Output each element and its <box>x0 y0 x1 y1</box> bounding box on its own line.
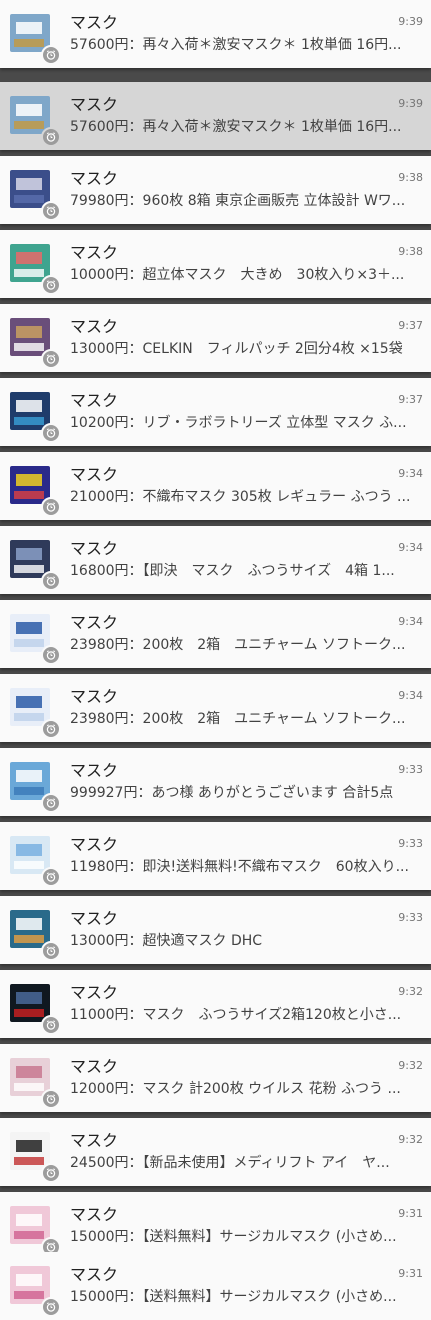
notification-app-name: マスク <box>70 95 119 114</box>
notification-app-name: マスク <box>70 1131 119 1150</box>
notification-time: 9:33 <box>398 837 423 850</box>
notification-time: 9:38 <box>398 171 423 184</box>
notification-text: 13000円：超快適マスク DHC <box>70 933 263 949</box>
notification-app-name: マスク <box>70 465 119 484</box>
alarm-clock-icon <box>41 719 61 739</box>
notification-app-name: マスク <box>70 169 119 188</box>
notification-card[interactable]: マスク 9:33 999927円：あつ様 ありがとうございます 合計5点 <box>0 748 431 816</box>
alarm-clock-icon <box>41 867 61 887</box>
notification-text: 23980円：200枚 2箱 ユニチャーム ソフトーク... <box>70 711 406 727</box>
notification-app-name: マスク <box>70 1057 119 1076</box>
notification-text: 79980円：960枚 8箱 東京企画販売 立体設計 Wワ... <box>70 193 406 209</box>
alarm-clock-icon <box>41 1163 61 1183</box>
notification-app-name: マスク <box>70 983 119 1002</box>
notification-app-name: マスク <box>70 613 119 632</box>
alarm-clock-icon <box>41 571 61 591</box>
notification-app-name: マスク <box>70 909 119 928</box>
notification-time: 9:32 <box>398 985 423 998</box>
notification-text: 57600円：再々入荷＊激安マスク＊ 1枚単価 16円... <box>70 119 402 135</box>
notification-text: 999927円：あつ様 ありがとうございます 合計5点 <box>70 785 394 801</box>
alarm-clock-icon <box>41 45 61 65</box>
notification-time: 9:34 <box>398 689 423 702</box>
notification-app-name: マスク <box>70 13 119 32</box>
notification-card[interactable]: マスク 9:37 10200円：リブ・ラボラトリーズ 立体型 マスク ふ... <box>0 378 431 446</box>
notification-card[interactable]: マスク 9:32 24500円：【新品未使用】メディリフト アイ ヤ... <box>0 1118 431 1186</box>
notification-text: 11980円：即決!送料無料!不織布マスク 60枚入り... <box>70 859 409 875</box>
notification-card[interactable]: マスク 9:33 11980円：即決!送料無料!不織布マスク 60枚入り... <box>0 822 431 890</box>
notification-time: 9:37 <box>398 319 423 332</box>
notification-card[interactable]: マスク 9:34 23980円：200枚 2箱 ユニチャーム ソフトーク... <box>0 674 431 742</box>
notification-app-name: マスク <box>70 1205 119 1224</box>
notification-time: 9:34 <box>398 615 423 628</box>
notification-text: 24500円：【新品未使用】メディリフト アイ ヤ... <box>70 1155 390 1171</box>
alarm-clock-icon <box>41 645 61 665</box>
notification-app-name: マスク <box>70 391 119 410</box>
notification-time: 9:31 <box>398 1207 423 1220</box>
notification-time: 9:34 <box>398 467 423 480</box>
alarm-clock-icon <box>41 349 61 369</box>
notification-app-name: マスク <box>70 317 119 336</box>
notification-app-name: マスク <box>70 761 119 780</box>
notification-time: 9:31 <box>398 1267 423 1280</box>
notification-card[interactable]: マスク 9:31 15000円：【送料無料】サージカルマスク (小さめ... <box>0 1192 431 1260</box>
notification-app-name: マスク <box>70 687 119 706</box>
notification-text: 11000円：マスク ふつうサイズ2箱120枚と小さ... <box>70 1007 402 1023</box>
notification-card[interactable]: マスク 9:37 13000円：CELKIN フィルパッチ 2回分4枚 ×15袋 <box>0 304 431 372</box>
notification-text: 16800円：【即決 マスク ふつうサイズ 4箱 1... <box>70 563 395 579</box>
notification-time: 9:32 <box>398 1133 423 1146</box>
notification-card[interactable]: マスク 9:34 16800円：【即決 マスク ふつうサイズ 4箱 1... <box>0 526 431 594</box>
notification-card[interactable]: マスク 9:34 21000円：不織布マスク 305枚 レギュラー ふつう ..… <box>0 452 431 520</box>
alarm-clock-icon <box>41 497 61 517</box>
notification-card[interactable]: マスク 9:32 11000円：マスク ふつうサイズ2箱120枚と小さ... <box>0 970 431 1038</box>
notification-time: 9:39 <box>398 15 423 28</box>
notification-text: 15000円：【送料無料】サージカルマスク (小さめ... <box>70 1289 397 1305</box>
notification-card[interactable]: マスク 9:33 13000円：超快適マスク DHC <box>0 896 431 964</box>
notification-card[interactable]: マスク 9:38 79980円：960枚 8箱 東京企画販売 立体設計 Wワ..… <box>0 156 431 224</box>
notification-text: 21000円：不織布マスク 305枚 レギュラー ふつう ... <box>70 489 411 505</box>
alarm-clock-icon <box>41 423 61 443</box>
alarm-clock-icon <box>41 201 61 221</box>
alarm-clock-icon <box>41 1297 61 1317</box>
alarm-clock-icon <box>41 1015 61 1035</box>
notification-time: 9:39 <box>398 97 423 110</box>
notification-time: 9:33 <box>398 911 423 924</box>
notification-card[interactable]: マスク 9:31 15000円：【送料無料】サージカルマスク (小さめ... <box>0 1252 431 1320</box>
alarm-clock-icon <box>41 1089 61 1109</box>
notification-app-name: マスク <box>70 1265 119 1284</box>
notification-app-name: マスク <box>70 539 119 558</box>
notification-time: 9:33 <box>398 763 423 776</box>
alarm-clock-icon <box>41 275 61 295</box>
notification-time: 9:34 <box>398 541 423 554</box>
notification-text: 13000円：CELKIN フィルパッチ 2回分4枚 ×15袋 <box>70 341 403 357</box>
notification-text: 15000円：【送料無料】サージカルマスク (小さめ... <box>70 1229 397 1245</box>
notification-text: 10000円：超立体マスク 大きめ 30枚入り×3＋... <box>70 267 405 283</box>
notification-text: 57600円：再々入荷＊激安マスク＊ 1枚単価 16円... <box>70 37 402 53</box>
notification-app-name: マスク <box>70 243 119 262</box>
alarm-clock-icon <box>41 793 61 813</box>
alarm-clock-icon <box>41 941 61 961</box>
notification-card[interactable]: マスク 9:38 10000円：超立体マスク 大きめ 30枚入り×3＋... <box>0 230 431 298</box>
notification-time: 9:32 <box>398 1059 423 1072</box>
alarm-clock-icon <box>41 127 61 147</box>
notification-text: 12000円：マスク 計200枚 ウイルス 花粉 ふつう ... <box>70 1081 401 1097</box>
notification-time: 9:38 <box>398 245 423 258</box>
notification-text: 10200円：リブ・ラボラトリーズ 立体型 マスク ふ... <box>70 415 407 431</box>
notification-time: 9:37 <box>398 393 423 406</box>
notification-card[interactable]: マスク 9:39 57600円：再々入荷＊激安マスク＊ 1枚単価 16円... <box>0 82 431 150</box>
notification-text: 23980円：200枚 2箱 ユニチャーム ソフトーク... <box>70 637 406 653</box>
notification-card[interactable]: マスク 9:32 12000円：マスク 計200枚 ウイルス 花粉 ふつう ..… <box>0 1044 431 1112</box>
notification-card[interactable]: マスク 9:34 23980円：200枚 2箱 ユニチャーム ソフトーク... <box>0 600 431 668</box>
notification-app-name: マスク <box>70 835 119 854</box>
notification-card[interactable]: マスク 9:39 57600円：再々入荷＊激安マスク＊ 1枚単価 16円... <box>0 0 431 68</box>
